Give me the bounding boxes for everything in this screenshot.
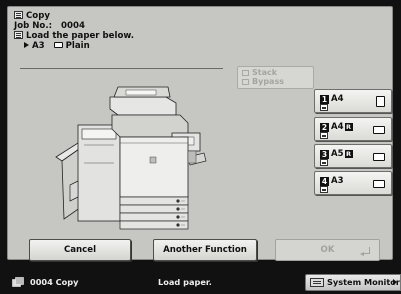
instruction-line: Load the paper below. <box>14 31 134 41</box>
another-function-button[interactable]: Another Function <box>153 239 257 261</box>
rotated-mark: R <box>344 150 353 158</box>
job-number-line: Job No.: 0004 <box>14 21 85 31</box>
tray-size-label: A5 <box>331 149 344 159</box>
ok-button[interactable]: OK <box>275 239 380 261</box>
copy-panel: Copy Job No.: 0004 Load the paper below.… <box>7 6 393 261</box>
copy-icon <box>12 277 24 287</box>
job-number: 0004 <box>61 21 85 31</box>
paper-orientation-icon <box>376 96 385 107</box>
paper-orientation-icon <box>373 180 385 188</box>
tray-size: A4 <box>331 94 344 104</box>
tray-size-label: A3 <box>331 176 344 186</box>
system-monitor-label: System Monitor <box>327 277 400 287</box>
tray-number: 1 <box>320 95 329 104</box>
tray-size: A3 <box>331 176 344 186</box>
monitor-icon <box>310 278 324 287</box>
header-divider <box>20 68 223 69</box>
job-label: Job No.: <box>14 21 53 31</box>
paper-level-icon <box>320 186 328 193</box>
required-paper-line: A3 Plain <box>24 41 90 51</box>
paper-level-icon <box>320 132 328 139</box>
required-paper-size: A3 <box>32 41 45 51</box>
copier-illustration <box>55 86 207 230</box>
status-bar: 0004 Copy Load paper. System Monitor <box>0 270 401 294</box>
cancel-button[interactable]: Cancel <box>29 239 131 261</box>
device-screen: Copy Job No.: 0004 Load the paper below.… <box>0 0 401 294</box>
tray-size-label: A4 <box>331 122 344 132</box>
return-arrow-icon <box>360 247 370 256</box>
tray-3-button[interactable]: 3 A5 R <box>314 144 392 168</box>
triangle-pointer-icon <box>24 42 29 48</box>
paper-orientation-icon <box>373 153 385 161</box>
paper-level-icon <box>320 104 328 111</box>
tray-1-button[interactable]: 1 A4 <box>314 89 392 113</box>
instruction-text: Load the paper below. <box>26 31 135 41</box>
tray-number: 2 <box>320 123 329 132</box>
system-monitor-button[interactable]: System Monitor <box>305 274 401 291</box>
required-paper-type: Plain <box>65 41 90 51</box>
header-mode-line: Copy <box>14 11 50 21</box>
paper-icon <box>53 42 63 48</box>
tray-number: 3 <box>320 150 329 159</box>
paper-level-icon <box>320 159 328 166</box>
copy-icon <box>14 11 23 19</box>
stack-bypass-icon <box>242 70 249 77</box>
status-job: 0004 Copy <box>30 277 79 287</box>
tray-size: A5 R <box>331 149 353 159</box>
ok-label: OK <box>320 245 335 255</box>
paper-load-icon <box>14 31 23 39</box>
bypass-icon <box>242 78 249 85</box>
tray-2-button[interactable]: 2 A4 R <box>314 117 392 141</box>
mode-label: Copy <box>26 11 50 21</box>
tray-4-button[interactable]: 4 A3 <box>314 171 392 195</box>
paper-orientation-icon <box>373 126 385 134</box>
tray-size-label: A4 <box>331 94 344 104</box>
chevron-right-icon <box>393 279 397 285</box>
bypass-label: Bypass <box>252 76 284 86</box>
stack-bypass-button[interactable]: Stack Bypass <box>237 66 314 89</box>
tray-number: 4 <box>320 177 329 186</box>
tray-size: A4 R <box>331 122 353 132</box>
rotated-mark: R <box>344 123 353 131</box>
status-message: Load paper. <box>158 277 212 287</box>
bypass-row: Bypass <box>242 76 313 87</box>
